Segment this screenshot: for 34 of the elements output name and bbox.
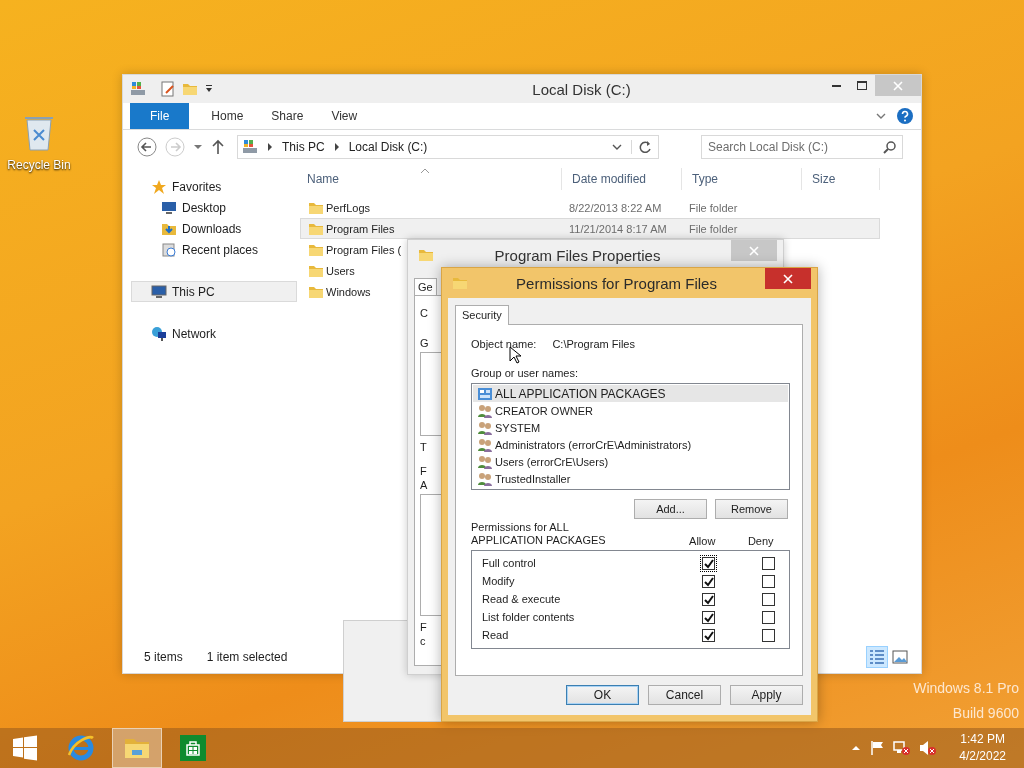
permission-label: List folder contents (481, 611, 576, 623)
edition-text: Build 9600 (951, 704, 1019, 723)
status-text: 1 item selected (206, 650, 288, 664)
permission-label: Read & execute (481, 593, 562, 605)
label-text: T (420, 440, 428, 454)
status-text: 5 items (144, 650, 183, 664)
section-label: Permissions for ALL APPLICATION PACKAGES (471, 521, 607, 547)
label-text: F (420, 620, 428, 634)
label-text: c (420, 634, 427, 648)
field-label: Group or user names: (471, 367, 579, 379)
table-cell: Users (326, 264, 355, 277)
permission-label: Read (481, 629, 510, 641)
table-cell: File folder (689, 201, 738, 214)
window-title: Local Disk (C:) (531, 80, 632, 98)
window-title: Permissions for Program Files (515, 274, 718, 292)
table-cell: PerfLogs (326, 201, 371, 214)
table-cell: File folder (689, 222, 738, 235)
label-text: A (420, 478, 429, 492)
field-value: C:\Program Files (552, 338, 635, 350)
label-text: C (420, 306, 429, 320)
permission-label: Modify (481, 575, 516, 587)
table-cell: Program Files ( (326, 243, 402, 256)
column-header: Deny (746, 535, 775, 547)
field-label: Object name: (471, 338, 537, 350)
permission-label: Full control (481, 557, 537, 569)
table-cell: 8/22/2013 8:22 AM (569, 201, 662, 214)
table-cell: Windows (326, 285, 371, 298)
window-title: Program Files Properties (493, 246, 662, 264)
column-header: Allow (688, 535, 717, 547)
edition-text: Windows 8.1 Pro (913, 679, 1019, 698)
label-text: F (420, 464, 428, 478)
table-cell: 11/21/2014 8:17 AM (569, 222, 667, 235)
label-text: G (420, 336, 430, 350)
table-cell: Program Files (326, 222, 395, 235)
